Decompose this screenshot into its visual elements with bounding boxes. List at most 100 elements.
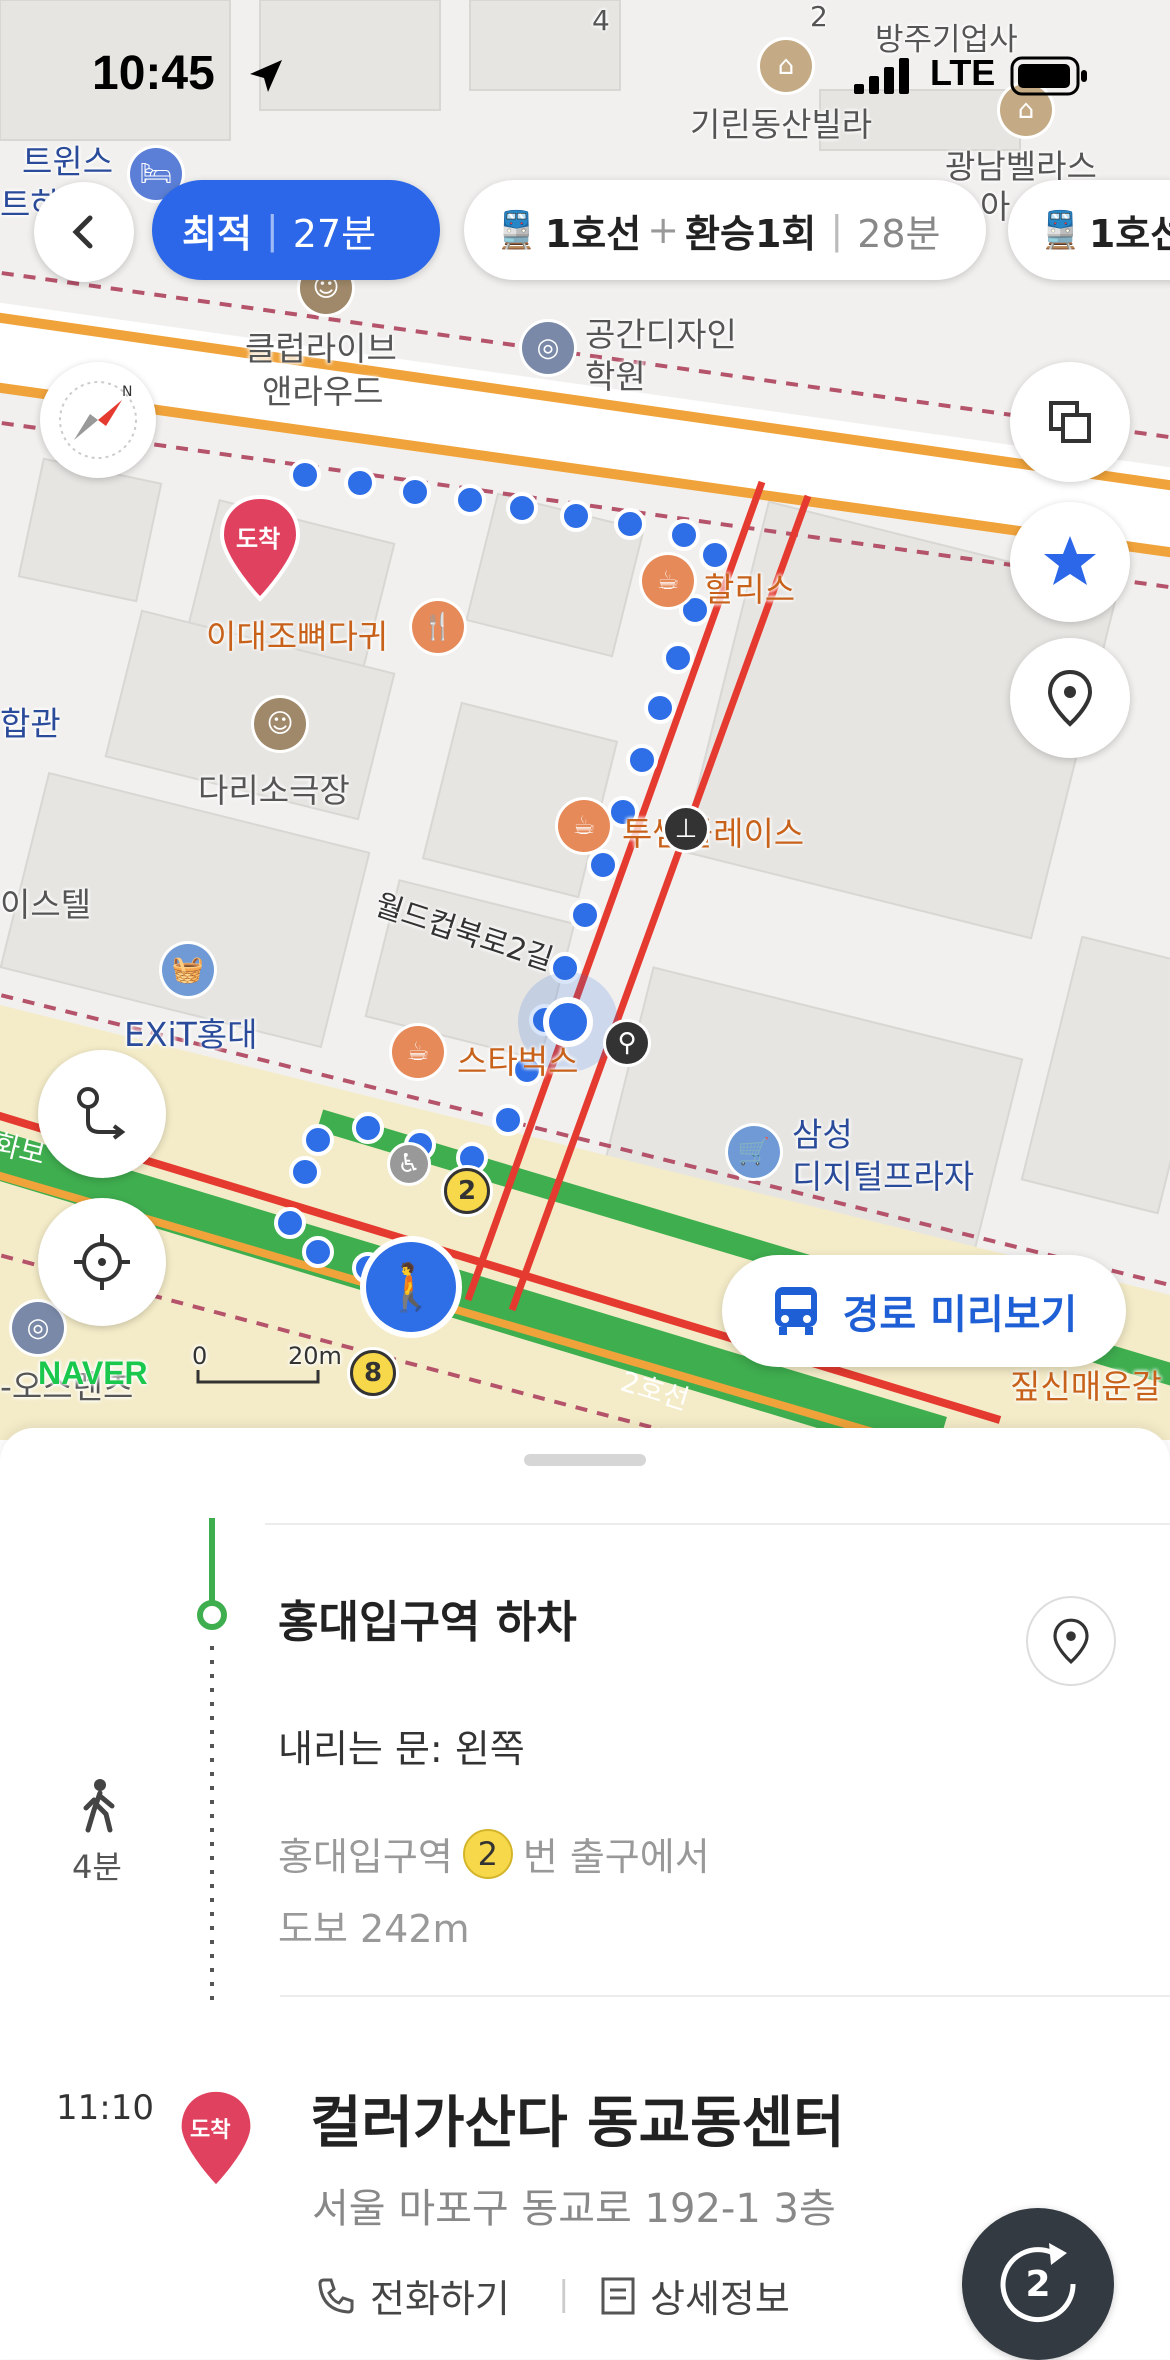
station-location-button[interactable]: [1026, 1596, 1116, 1686]
academy-icon[interactable]: ◎: [522, 322, 574, 374]
arrival-time: 11:10: [56, 2088, 154, 2128]
crosshair-icon: [74, 1234, 130, 1290]
call-label: 전화하기: [370, 2277, 510, 2321]
document-icon: [601, 2277, 635, 2314]
layers-button[interactable]: [1010, 362, 1130, 482]
map-label-starbucks: 스타벅스: [457, 1042, 579, 1081]
exit-prefix: 홍대입구역: [278, 1835, 453, 1879]
signal-icon: [854, 58, 909, 94]
shopping-icon[interactable]: 🧺: [162, 944, 214, 996]
route-option-line1-transfer[interactable]: 🚆 1호선 + 환승1회 | 28분: [464, 180, 986, 280]
map-label-exit-hongdae: EXiT홍대: [124, 1015, 258, 1054]
route-option-transfer: 환승1회: [685, 211, 817, 256]
map-label-space: 공간디자인: [585, 315, 737, 354]
walk-distance: 도보 242m: [278, 1907, 470, 1951]
refresh-count: 2: [1025, 2263, 1051, 2305]
separator: |: [830, 208, 844, 252]
map-label-club: 클럽라이브: [245, 329, 397, 368]
status-network: LTE: [930, 52, 996, 93]
layers-icon: [1049, 401, 1091, 443]
route-option-line: 1호선: [1088, 211, 1170, 256]
arrival-pin[interactable]: 도착: [218, 493, 302, 603]
svg-text:N: N: [122, 384, 132, 400]
walk-start-icon[interactable]: 🚶: [366, 1242, 456, 1332]
exit-8-label: 8: [363, 1358, 383, 1388]
arrival-badge: 도착: [178, 2088, 254, 2188]
route-option-optimal[interactable]: 최적 | 27분: [152, 180, 440, 280]
map-view[interactable]: 트윈스 트하 4 2 방주기업사 기린동산빌라 광남벨라스 아 클럽라이브 앤라…: [0, 0, 1170, 1440]
map-label-hapgwan: 합관: [0, 704, 61, 743]
arrival-pin-label: 도착: [236, 525, 281, 553]
wheelchair-icon: ♿: [390, 1145, 428, 1183]
route-option-line: 1호선: [544, 211, 642, 256]
battery-icon: [1010, 56, 1087, 96]
door-info: 내리는 문: 왼쪽: [278, 1727, 525, 1771]
route-preview-label: 경로 미리보기: [842, 1292, 1078, 1338]
parking-icon[interactable]: ⊥: [665, 808, 707, 850]
cafe-icon[interactable]: ☕: [558, 800, 610, 852]
call-button[interactable]: 전화하기: [316, 2268, 510, 2323]
location-pin-icon: [1047, 669, 1093, 727]
destination-name: 컬러가산다 동교동센터: [310, 2091, 845, 2156]
cafe-icon[interactable]: ☕: [392, 1026, 444, 1078]
map-label-dari: 다리소극장: [198, 771, 350, 810]
cart-icon[interactable]: 🛒: [728, 1126, 780, 1178]
map-label-samsung-2: 디지털프라자: [792, 1157, 975, 1196]
my-location-button[interactable]: [38, 1198, 166, 1326]
compass-button[interactable]: N: [40, 362, 156, 478]
location-pin-icon: [1053, 1618, 1089, 1664]
map-label-jjamppong: 짚신매운갈: [1010, 1367, 1162, 1406]
map-label-istel: 이스텔: [0, 885, 92, 924]
route-option-duration: 28분: [857, 211, 941, 256]
train-icon: 🚆: [1038, 210, 1083, 251]
scale-label: 20m: [288, 1342, 342, 1370]
route-option-label: 최적: [182, 211, 252, 256]
refresh-route-button[interactable]: 2: [962, 2208, 1114, 2360]
route-preview-button[interactable]: 경로 미리보기: [722, 1255, 1126, 1367]
route-detail-sheet[interactable]: 홍대입구역 하차 내리는 문: 왼쪽 4분 홍대입구역 2 번 출구에서 도보 …: [0, 1428, 1170, 2360]
exit-2-label: 2: [457, 1176, 477, 1206]
map-label-samsung: 삼성: [792, 1115, 853, 1154]
arrival-badge-label: 도착: [190, 2118, 231, 2143]
status-bar: 10:45 LTE: [0, 0, 1170, 150]
pin-button[interactable]: [1010, 638, 1130, 758]
exit-instruction: 홍대입구역 2 번 출구에서: [278, 1826, 710, 1881]
action-divider: |: [558, 2274, 570, 2314]
exit-suffix: 번 출구에서: [522, 1835, 710, 1879]
route-layer-button[interactable]: [38, 1050, 166, 1178]
location-arrow-icon: [250, 60, 282, 92]
map-label-twosome: 투썸플레이스: [622, 814, 805, 853]
walk-time: 4분: [72, 1848, 122, 1886]
route-option-duration: 27분: [292, 211, 377, 256]
bus-icon: [774, 1287, 817, 1335]
details-button[interactable]: 상세정보: [600, 2268, 790, 2323]
route-option-line1[interactable]: 🚆 1호선: [1008, 180, 1170, 280]
exit-2-badge[interactable]: 2: [444, 1168, 490, 1214]
route-option-plus: +: [647, 208, 680, 252]
academy-icon[interactable]: ◎: [12, 1302, 64, 1354]
map-label-hollys: 할리스: [704, 570, 796, 609]
destination-address: 서울 마포구 동교로 192-1 3층: [312, 2186, 836, 2232]
exit-number-badge: 2: [462, 1828, 513, 1879]
train-icon: 🚆: [494, 210, 539, 251]
chevron-left-icon: [72, 215, 93, 249]
phone-icon: [318, 2278, 354, 2314]
naver-logo: NAVER: [38, 1355, 148, 1391]
separator: |: [265, 208, 279, 252]
restaurant-icon[interactable]: 🍴: [412, 601, 464, 653]
scale-zero: 0: [192, 1342, 208, 1370]
favorite-button[interactable]: [1010, 502, 1130, 622]
star-icon: [1044, 536, 1096, 585]
details-label: 상세정보: [650, 2277, 790, 2321]
station-title: 홍대입구역 하차: [278, 1597, 577, 1648]
theater-icon[interactable]: ☺: [254, 698, 306, 750]
map-label-club-2: 앤라우드: [262, 372, 384, 411]
cafe-icon[interactable]: ☕: [642, 555, 694, 607]
map-label-space-2: 학원: [585, 357, 646, 396]
walking-icon: [83, 1779, 115, 1833]
compass-icon: N: [59, 381, 137, 459]
exit-8-badge[interactable]: 8: [350, 1350, 396, 1396]
bike-icon[interactable]: ⚲: [606, 1022, 648, 1064]
route-icon: [77, 1087, 126, 1140]
back-button[interactable]: [34, 182, 134, 282]
